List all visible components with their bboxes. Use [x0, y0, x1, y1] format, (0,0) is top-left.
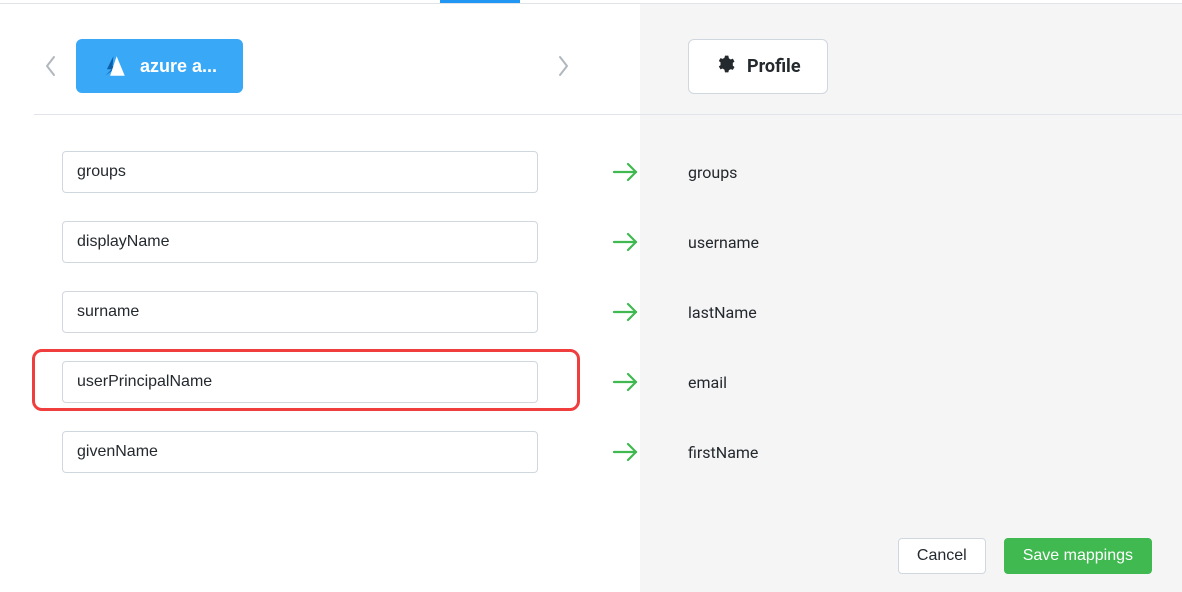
- divider: [640, 114, 1182, 115]
- arrow-right-icon: [538, 301, 640, 323]
- divider: [34, 114, 640, 115]
- source-attribute-input[interactable]: [62, 221, 538, 263]
- source-column: azure a...: [0, 4, 640, 592]
- source-attribute-input[interactable]: [62, 431, 538, 473]
- target-row: firstName: [688, 417, 1152, 487]
- target-attribute-label: email: [688, 373, 727, 392]
- target-attribute-label: username: [688, 233, 759, 252]
- arrow-right-icon: [538, 161, 640, 183]
- chevron-left-icon[interactable]: [34, 49, 68, 83]
- arrow-right-icon: [538, 371, 640, 393]
- cancel-button[interactable]: Cancel: [898, 538, 986, 574]
- source-attribute-input[interactable]: [62, 361, 538, 403]
- azure-logo-icon: [102, 53, 128, 79]
- target-attribute-list: groups username lastName email firstName: [688, 133, 1152, 487]
- mapping-row-highlighted: [34, 347, 640, 417]
- footer-actions: Cancel Save mappings: [898, 538, 1152, 574]
- target-column: Profile groups username lastName email: [640, 4, 1182, 592]
- target-attribute-label: groups: [688, 163, 737, 182]
- source-mapping-list: [34, 133, 640, 487]
- chevron-right-icon[interactable]: [546, 49, 580, 83]
- target-row: groups: [688, 137, 1152, 207]
- target-section-header: Profile: [688, 39, 828, 94]
- arrow-right-icon: [538, 441, 640, 463]
- gear-icon: [715, 54, 735, 79]
- mapping-row: [34, 277, 640, 347]
- target-attribute-label: firstName: [688, 443, 758, 462]
- target-section-label: Profile: [747, 56, 801, 77]
- source-provider-button[interactable]: azure a...: [76, 39, 243, 93]
- active-tab-indicator: [440, 0, 520, 3]
- mapping-row: [34, 137, 640, 207]
- mapping-row: [34, 417, 640, 487]
- target-row: username: [688, 207, 1152, 277]
- target-row: email: [688, 347, 1152, 417]
- source-provider-label: azure a...: [140, 56, 217, 77]
- save-mappings-button[interactable]: Save mappings: [1004, 538, 1152, 574]
- mapping-row: [34, 207, 640, 277]
- source-attribute-input[interactable]: [62, 291, 538, 333]
- target-attribute-label: lastName: [688, 303, 757, 322]
- arrow-right-icon: [538, 231, 640, 253]
- target-row: lastName: [688, 277, 1152, 347]
- source-attribute-input[interactable]: [62, 151, 538, 193]
